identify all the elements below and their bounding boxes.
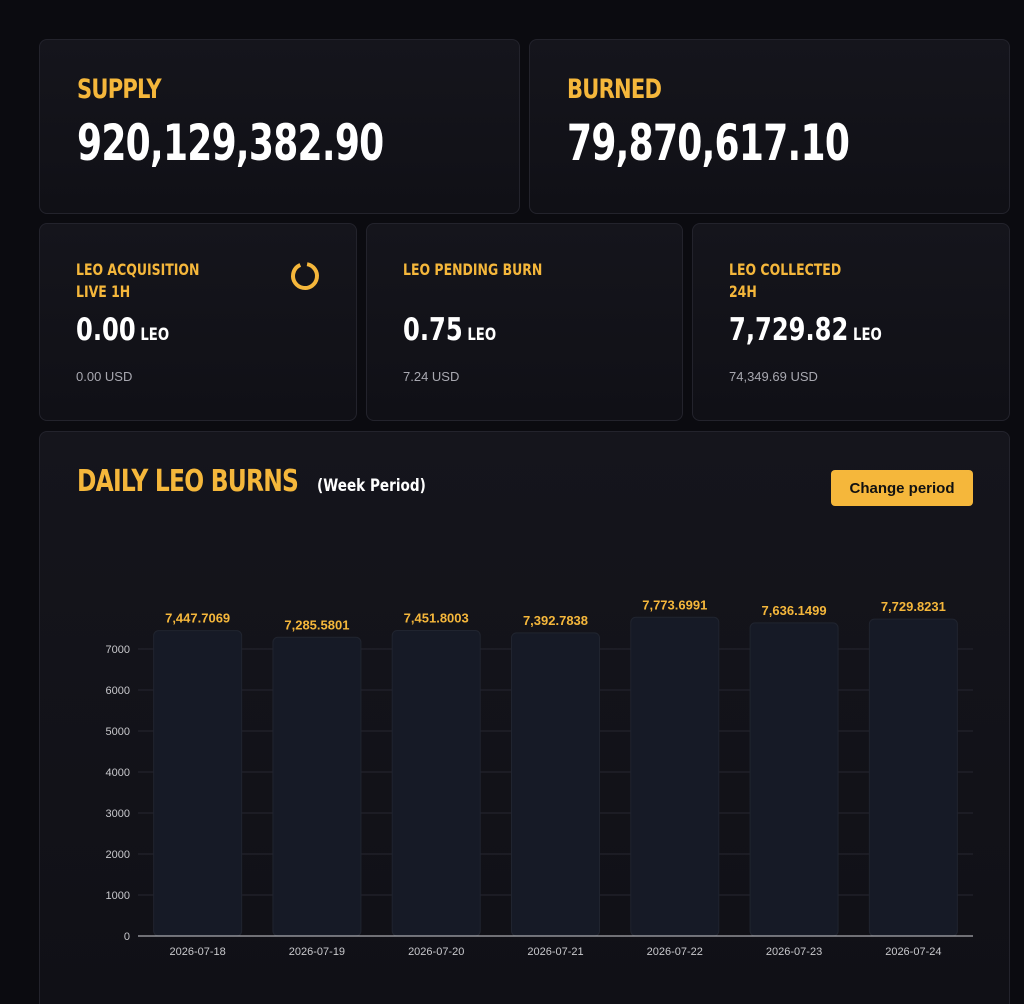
bar-value-label: 7,451.8003 <box>404 610 469 625</box>
bar <box>272 636 362 937</box>
bar-value-label: 7,729.8231 <box>881 599 946 614</box>
pending-unit: LEO <box>467 325 497 345</box>
supply-label: SUPPLY <box>77 74 162 105</box>
acquisition-usd: 0.00 USD <box>76 369 133 384</box>
acquisition-amount: 0.00 <box>76 312 136 348</box>
supply-card: SUPPLY 920,129,382.90 <box>39 39 520 214</box>
acquisition-unit: LEO <box>140 325 170 345</box>
pending-amount: 0.75 <box>403 312 463 348</box>
bar-value-label: 7,285.5801 <box>284 617 349 632</box>
pending-card: LEO PENDING BURN 0.75 LEO 7.24 USD <box>366 223 683 421</box>
daily-burns-card: DAILY LEO BURNS (Week Period) Change per… <box>39 431 1010 1004</box>
y-tick-label: 6000 <box>106 685 130 697</box>
acquisition-label-line2: LIVE 1H <box>76 282 131 301</box>
bar-value-label: 7,636.1499 <box>762 603 827 618</box>
collected-usd: 74,349.69 USD <box>729 369 818 384</box>
collected-label: LEO COLLECTED 24H <box>729 259 841 303</box>
bar <box>153 630 243 937</box>
y-tick-label: 1000 <box>106 890 130 902</box>
collected-value: 7,729.82 LEO <box>729 312 882 348</box>
daily-burns-bar-chart: 0 1000 2000 3000 4000 5000 6000 7000 7,447.7069 2… <box>106 597 973 958</box>
burned-value: 79,870,617.10 <box>567 114 850 172</box>
supply-value: 920,129,382.90 <box>77 114 384 172</box>
collected-unit: LEO <box>853 325 882 345</box>
bar <box>868 618 958 937</box>
page: SUPPLY 920,129,382.90 BURNED 79,870,617.… <box>0 0 1024 1004</box>
bar <box>630 616 720 937</box>
acquisition-label: LEO ACQUISITION LIVE 1H <box>76 259 199 303</box>
y-tick-label: 2000 <box>106 849 130 861</box>
acquisition-card: LEO ACQUISITION LIVE 1H 0.00 LEO 0.00 USD <box>39 223 357 421</box>
bar <box>511 632 600 937</box>
x-tick-label: 2026-07-18 <box>170 946 226 958</box>
burned-label: BURNED <box>567 74 662 105</box>
y-tick-label: 5000 <box>106 726 130 738</box>
collected-card: LEO COLLECTED 24H 7,729.82 LEO 74,349.69 … <box>692 223 1010 421</box>
x-tick-label: 2026-07-24 <box>885 946 941 958</box>
y-tick-label: 3000 <box>106 808 130 820</box>
pending-value: 0.75 LEO <box>403 312 496 348</box>
y-tick-label: 4000 <box>106 767 130 779</box>
bar <box>391 629 481 937</box>
pending-label-line1: LEO PENDING BURN <box>403 260 543 279</box>
pending-label: LEO PENDING BURN <box>403 259 542 281</box>
collected-amount: 7,729.82 <box>729 312 849 348</box>
pending-usd: 7.24 USD <box>403 369 460 384</box>
y-tick-label: 0 <box>124 931 130 943</box>
acquisition-value: 0.00 LEO <box>76 312 169 348</box>
bar-value-label: 7,773.6991 <box>642 597 707 612</box>
collected-label-line1: LEO COLLECTED <box>729 260 842 279</box>
loading-spinner-icon <box>291 262 319 290</box>
bar <box>749 622 839 937</box>
x-tick-label: 2026-07-22 <box>647 946 703 958</box>
y-tick-label: 7000 <box>106 644 130 656</box>
bar-value-label: 7,392.7838 <box>523 613 588 628</box>
burned-card: BURNED 79,870,617.10 <box>529 39 1010 214</box>
x-tick-label: 2026-07-23 <box>766 946 822 958</box>
collected-label-line2: 24H <box>729 282 757 301</box>
bar-value-label: 7,447.7069 <box>165 611 230 626</box>
x-tick-label: 2026-07-21 <box>527 946 583 958</box>
x-tick-label: 2026-07-19 <box>289 946 345 958</box>
x-tick-label: 2026-07-20 <box>408 946 464 958</box>
acquisition-label-line1: LEO ACQUISITION <box>76 260 200 279</box>
